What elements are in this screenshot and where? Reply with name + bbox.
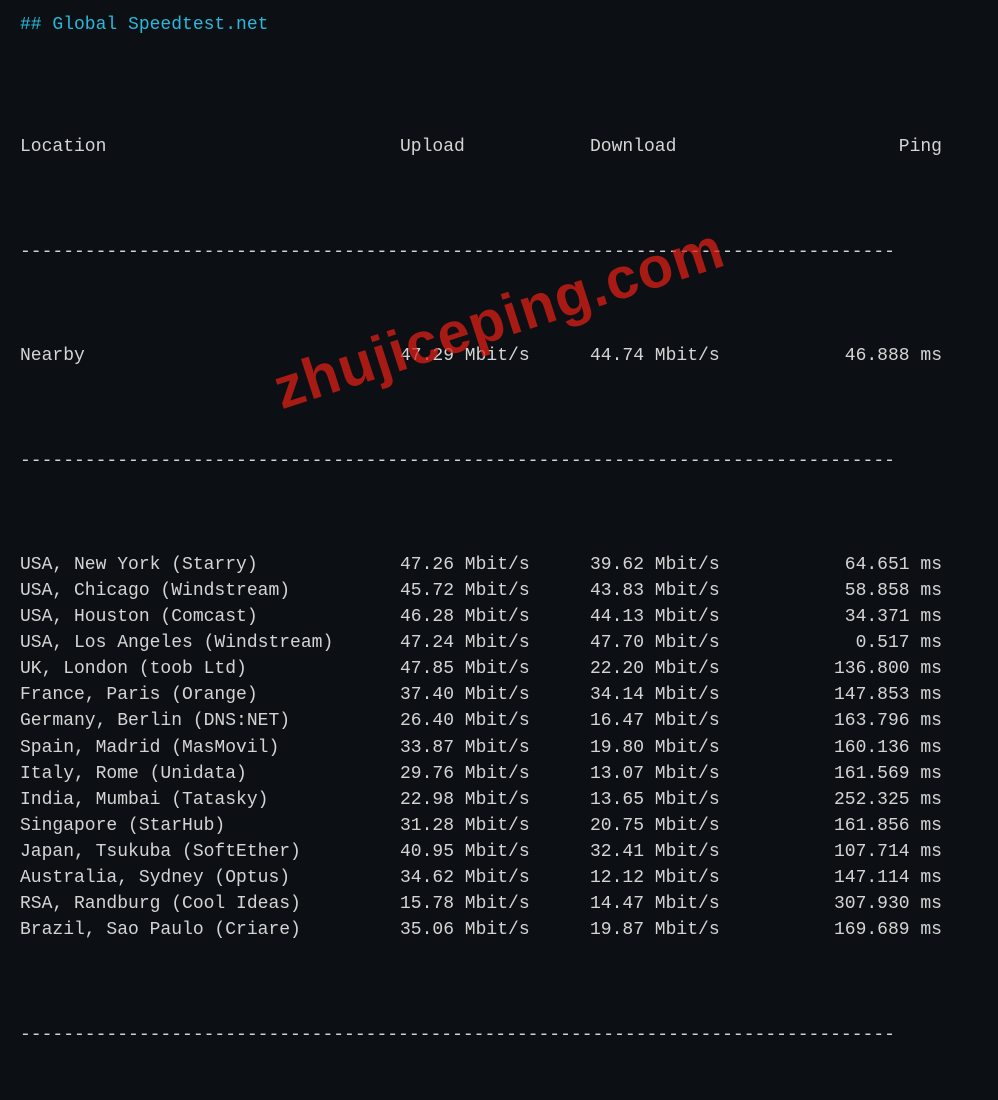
cell-download: 16.47 Mbit/s xyxy=(590,708,780,734)
cell-download: 32.41 Mbit/s xyxy=(590,839,780,865)
cell-location: Australia, Sydney (Optus) xyxy=(20,865,400,891)
table-row: Japan, Tsukuba (SoftEther)40.95 Mbit/s32… xyxy=(20,839,978,865)
cell-upload: 45.72 Mbit/s xyxy=(400,578,590,604)
cell-upload: 47.29 Mbit/s xyxy=(400,343,590,369)
cell-download: 19.80 Mbit/s xyxy=(590,735,780,761)
table-row: Brazil, Sao Paulo (Criare)35.06 Mbit/s19… xyxy=(20,917,978,943)
cell-location: Nearby xyxy=(20,343,400,369)
cell-ping: 58.858 ms xyxy=(780,578,950,604)
cell-location: Germany, Berlin (DNS:NET) xyxy=(20,708,400,734)
separator-line: ----------------------------------------… xyxy=(20,1022,978,1048)
cell-ping: 34.371 ms xyxy=(780,604,950,630)
table-row: Italy, Rome (Unidata)29.76 Mbit/s13.07 M… xyxy=(20,761,978,787)
cell-ping: 169.689 ms xyxy=(780,917,950,943)
header-ping: Ping xyxy=(780,134,950,160)
cell-upload: 47.85 Mbit/s xyxy=(400,656,590,682)
cell-download: 22.20 Mbit/s xyxy=(590,656,780,682)
cell-download: 44.13 Mbit/s xyxy=(590,604,780,630)
header-location: Location xyxy=(20,134,400,160)
cell-location: RSA, Randburg (Cool Ideas) xyxy=(20,891,400,917)
header-download: Download xyxy=(590,134,780,160)
cell-upload: 35.06 Mbit/s xyxy=(400,917,590,943)
speedtest-table: Location Upload Download Ping ----------… xyxy=(20,56,978,1100)
cell-download: 12.12 Mbit/s xyxy=(590,865,780,891)
table-row: UK, London (toob Ltd)47.85 Mbit/s22.20 M… xyxy=(20,656,978,682)
cell-location: USA, Los Angeles (Windstream) xyxy=(20,630,400,656)
header-upload: Upload xyxy=(400,134,590,160)
table-row: Singapore (StarHub)31.28 Mbit/s20.75 Mbi… xyxy=(20,813,978,839)
cell-location: India, Mumbai (Tatasky) xyxy=(20,787,400,813)
cell-location: USA, Houston (Comcast) xyxy=(20,604,400,630)
separator-line: ----------------------------------------… xyxy=(20,239,978,265)
table-row: USA, Los Angeles (Windstream)47.24 Mbit/… xyxy=(20,630,978,656)
table-row: India, Mumbai (Tatasky)22.98 Mbit/s13.65… xyxy=(20,787,978,813)
cell-upload: 47.24 Mbit/s xyxy=(400,630,590,656)
cell-download: 13.07 Mbit/s xyxy=(590,761,780,787)
cell-upload: 37.40 Mbit/s xyxy=(400,682,590,708)
cell-upload: 40.95 Mbit/s xyxy=(400,839,590,865)
cell-location: Singapore (StarHub) xyxy=(20,813,400,839)
cell-location: USA, New York (Starry) xyxy=(20,552,400,578)
table-header-row: Location Upload Download Ping xyxy=(20,134,978,160)
cell-upload: 22.98 Mbit/s xyxy=(400,787,590,813)
table-row: USA, Chicago (Windstream)45.72 Mbit/s43.… xyxy=(20,578,978,604)
table-row: Spain, Madrid (MasMovil)33.87 Mbit/s19.8… xyxy=(20,735,978,761)
table-row: Germany, Berlin (DNS:NET)26.40 Mbit/s16.… xyxy=(20,708,978,734)
cell-location: Brazil, Sao Paulo (Criare) xyxy=(20,917,400,943)
cell-ping: 136.800 ms xyxy=(780,656,950,682)
cell-download: 14.47 Mbit/s xyxy=(590,891,780,917)
cell-download: 39.62 Mbit/s xyxy=(590,552,780,578)
cell-download: 43.83 Mbit/s xyxy=(590,578,780,604)
cell-upload: 47.26 Mbit/s xyxy=(400,552,590,578)
cell-ping: 147.114 ms xyxy=(780,865,950,891)
table-row: Australia, Sydney (Optus)34.62 Mbit/s12.… xyxy=(20,865,978,891)
cell-ping: 160.136 ms xyxy=(780,735,950,761)
cell-ping: 147.853 ms xyxy=(780,682,950,708)
table-row: USA, New York (Starry)47.26 Mbit/s39.62 … xyxy=(20,552,978,578)
cell-download: 13.65 Mbit/s xyxy=(590,787,780,813)
cell-location: Italy, Rome (Unidata) xyxy=(20,761,400,787)
cell-location: USA, Chicago (Windstream) xyxy=(20,578,400,604)
cell-location: Japan, Tsukuba (SoftEther) xyxy=(20,839,400,865)
cell-download: 44.74 Mbit/s xyxy=(590,343,780,369)
nearby-row: Nearby 47.29 Mbit/s 44.74 Mbit/s 46.888 … xyxy=(20,343,978,369)
table-row: USA, Houston (Comcast)46.28 Mbit/s44.13 … xyxy=(20,604,978,630)
cell-ping: 163.796 ms xyxy=(780,708,950,734)
cell-upload: 46.28 Mbit/s xyxy=(400,604,590,630)
cell-ping: 307.930 ms xyxy=(780,891,950,917)
cell-upload: 34.62 Mbit/s xyxy=(400,865,590,891)
cell-ping: 64.651 ms xyxy=(780,552,950,578)
cell-upload: 26.40 Mbit/s xyxy=(400,708,590,734)
section-title: ## Global Speedtest.net xyxy=(20,12,978,38)
cell-ping: 107.714 ms xyxy=(780,839,950,865)
cell-ping: 252.325 ms xyxy=(780,787,950,813)
cell-upload: 31.28 Mbit/s xyxy=(400,813,590,839)
cell-upload: 33.87 Mbit/s xyxy=(400,735,590,761)
separator-line: ----------------------------------------… xyxy=(20,448,978,474)
table-row: France, Paris (Orange)37.40 Mbit/s34.14 … xyxy=(20,682,978,708)
table-row: RSA, Randburg (Cool Ideas)15.78 Mbit/s14… xyxy=(20,891,978,917)
cell-ping: 0.517 ms xyxy=(780,630,950,656)
cell-download: 47.70 Mbit/s xyxy=(590,630,780,656)
cell-upload: 29.76 Mbit/s xyxy=(400,761,590,787)
cell-ping: 161.569 ms xyxy=(780,761,950,787)
cell-location: Spain, Madrid (MasMovil) xyxy=(20,735,400,761)
cell-download: 19.87 Mbit/s xyxy=(590,917,780,943)
cell-download: 20.75 Mbit/s xyxy=(590,813,780,839)
cell-ping: 161.856 ms xyxy=(780,813,950,839)
cell-ping: 46.888 ms xyxy=(780,343,950,369)
cell-download: 34.14 Mbit/s xyxy=(590,682,780,708)
cell-location: France, Paris (Orange) xyxy=(20,682,400,708)
cell-upload: 15.78 Mbit/s xyxy=(400,891,590,917)
cell-location: UK, London (toob Ltd) xyxy=(20,656,400,682)
